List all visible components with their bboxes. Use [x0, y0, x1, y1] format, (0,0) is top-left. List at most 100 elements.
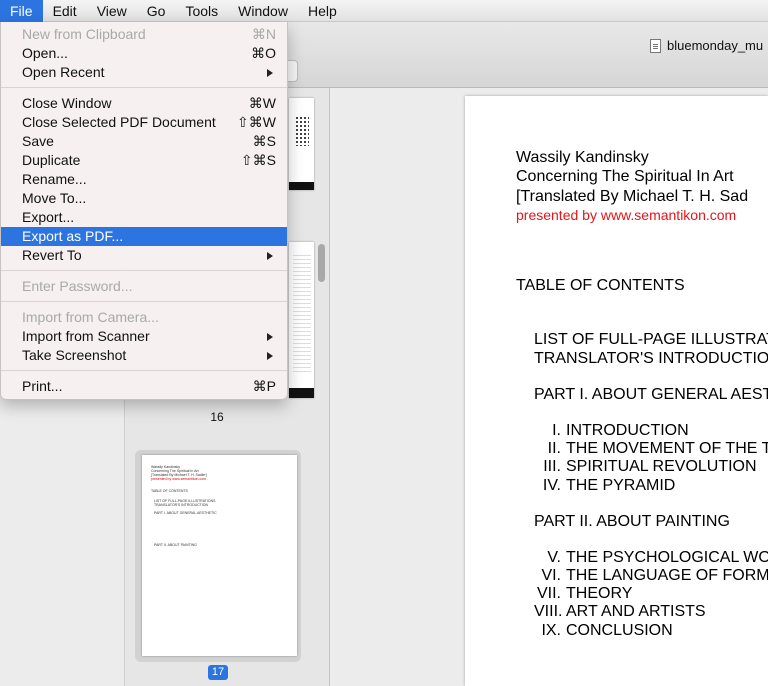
toc-numeral: IX.: [541, 622, 561, 639]
document-title: bluemonday_mu: [650, 38, 763, 53]
thumbnail-bar: [289, 388, 314, 398]
toc-entry: SPIRITUAL REVOLUTION: [566, 458, 757, 475]
menu-item-rename[interactable]: Rename...: [1, 170, 287, 189]
page-number-17: 17: [208, 665, 228, 680]
menu-item-save[interactable]: Save ⌘S: [1, 132, 287, 151]
menu-tools[interactable]: Tools: [175, 0, 228, 22]
toc-numeral: VII.: [536, 585, 561, 602]
menu-window[interactable]: Window: [228, 0, 298, 22]
menu-item-label: Save: [22, 133, 54, 149]
sidebar-scrollbar[interactable]: [318, 244, 325, 282]
toc-numeral: III.: [543, 458, 561, 475]
document-icon: [650, 38, 661, 53]
menu-item-duplicate[interactable]: Duplicate ⇧⌘S: [1, 151, 287, 170]
thumbnail-content: [295, 116, 309, 146]
toc-entry: THE LANGUAGE OF FORM: [566, 567, 768, 584]
page-title: Concerning The Spiritual In Art: [516, 168, 734, 185]
menu-item-enter-password: Enter Password...: [1, 277, 287, 296]
menu-item-export[interactable]: Export...: [1, 208, 287, 227]
thumbnail-text: TRANSLATOR'S INTRODUCTION: [154, 503, 209, 507]
menu-item-label: Revert To: [22, 247, 82, 263]
thumbnail-text: presented by www.semantikon.com: [151, 477, 207, 481]
menu-item-label: Close Window: [22, 95, 112, 111]
menu-item-open-recent[interactable]: Open Recent: [1, 63, 287, 82]
menu-item-import-from-camera: Import from Camera...: [1, 308, 287, 327]
menu-item-label: Close Selected PDF Document: [22, 114, 216, 130]
toc-entry: TRANSLATOR'S INTRODUCTIO: [534, 350, 768, 367]
page-presented-by: presented by www.semantikon.com: [516, 207, 737, 223]
menu-item-label: Enter Password...: [22, 278, 133, 294]
page-translator: [Translated By Michael T. H. Sad: [516, 188, 749, 205]
thumbnail-text: PART II. ABOUT PAINTING: [154, 543, 197, 547]
menu-edit[interactable]: Edit: [43, 0, 87, 22]
toc-entry: LIST OF FULL-PAGE ILLUSTRAT: [534, 331, 768, 348]
menu-item-label: Export...: [22, 209, 75, 225]
menu-separator: [1, 370, 287, 371]
menu-item-label: Import from Scanner: [22, 328, 150, 344]
page-thumbnail-17[interactable]: Wassily Kandinsky Concerning The Spiritu…: [142, 455, 297, 656]
menu-item-close-window[interactable]: Close Window ⌘W: [1, 94, 287, 113]
menu-bar: File Edit View Go Tools Window Help: [0, 0, 768, 22]
menu-item-label: Print...: [22, 378, 63, 394]
toc-heading: TABLE OF CONTENTS: [516, 277, 685, 294]
menu-item-label: New from Clipboard: [22, 26, 146, 42]
submenu-arrow-icon: [267, 352, 273, 360]
menu-go[interactable]: Go: [137, 0, 176, 22]
menu-separator: [1, 301, 287, 302]
menu-item-label: Import from Camera...: [22, 309, 159, 325]
toc-numeral: IV.: [542, 477, 561, 494]
toc-part: PART I. ABOUT GENERAL AEST: [534, 386, 768, 403]
menu-item-import-from-scanner[interactable]: Import from Scanner: [1, 327, 287, 346]
toc-entry: ART AND ARTISTS: [566, 603, 706, 620]
menu-view[interactable]: View: [87, 0, 137, 22]
thumbnail-bar: [289, 182, 314, 190]
toc-numeral: II.: [547, 440, 561, 457]
page-number-16: 16: [210, 410, 224, 424]
menu-item-new-from-clipboard: New from Clipboard ⌘N: [1, 25, 287, 44]
menu-item-shortcut: ⌘S: [252, 133, 276, 149]
menu-item-shortcut: ⌘W: [248, 95, 276, 111]
menu-item-take-screenshot[interactable]: Take Screenshot: [1, 346, 287, 365]
thumbnail-text: TABLE OF CONTENTS: [151, 489, 188, 493]
thumbnail-text: PART I. ABOUT GENERAL AESTHETIC: [154, 511, 217, 515]
menu-item-label: Move To...: [22, 190, 87, 206]
menu-item-shortcut: ⌘O: [251, 45, 276, 61]
page-author: Wassily Kandinsky: [516, 149, 649, 166]
submenu-arrow-icon: [267, 69, 273, 77]
toc-entry: CONCLUSION: [566, 622, 673, 639]
menu-item-label: Export as PDF...: [22, 228, 124, 244]
toc-numeral: VI.: [541, 567, 561, 584]
menu-item-shortcut: ⌘N: [251, 26, 276, 42]
toc-numeral: VIII.: [534, 603, 563, 620]
toc-numeral: I.: [552, 422, 561, 439]
page-thumbnail-15[interactable]: [289, 98, 314, 190]
menu-item-print[interactable]: Print... ⌘P: [1, 377, 287, 396]
menu-help[interactable]: Help: [298, 0, 347, 22]
menu-item-export-as-pdf[interactable]: Export as PDF...: [1, 227, 287, 246]
toc-entry: THE MOVEMENT OF THE TR: [566, 440, 768, 457]
menu-item-shortcut: ⌘P: [252, 378, 276, 394]
menu-item-shortcut: ⇧⌘W: [237, 114, 276, 130]
submenu-arrow-icon: [267, 252, 273, 260]
page-thumbnail-16[interactable]: [289, 242, 314, 398]
menu-file[interactable]: File: [0, 0, 43, 22]
menu-item-label: Open Recent: [22, 64, 105, 80]
toc-numeral: V.: [547, 549, 561, 566]
menu-item-label: Rename...: [22, 171, 87, 187]
toc-part: PART II. ABOUT PAINTING: [534, 513, 730, 530]
menu-item-shortcut: ⇧⌘S: [240, 152, 276, 168]
toc-entry: THE PYRAMID: [566, 477, 676, 494]
file-menu-dropdown: New from Clipboard ⌘N Open... ⌘O Open Re…: [0, 22, 288, 400]
thumbnail-content: [293, 252, 311, 372]
menu-separator: [1, 270, 287, 271]
menu-item-move-to[interactable]: Move To...: [1, 189, 287, 208]
menu-item-open[interactable]: Open... ⌘O: [1, 44, 287, 63]
menu-item-label: Duplicate: [22, 152, 81, 168]
menu-item-label: Open...: [22, 45, 68, 61]
menu-item-close-selected-pdf[interactable]: Close Selected PDF Document ⇧⌘W: [1, 113, 287, 132]
menu-item-label: Take Screenshot: [22, 347, 127, 363]
pdf-page: Wassily Kandinsky Concerning The Spiritu…: [465, 96, 768, 686]
toc-entry: INTRODUCTION: [566, 422, 689, 439]
document-title-label: bluemonday_mu: [667, 38, 764, 53]
menu-item-revert-to[interactable]: Revert To: [1, 246, 287, 265]
